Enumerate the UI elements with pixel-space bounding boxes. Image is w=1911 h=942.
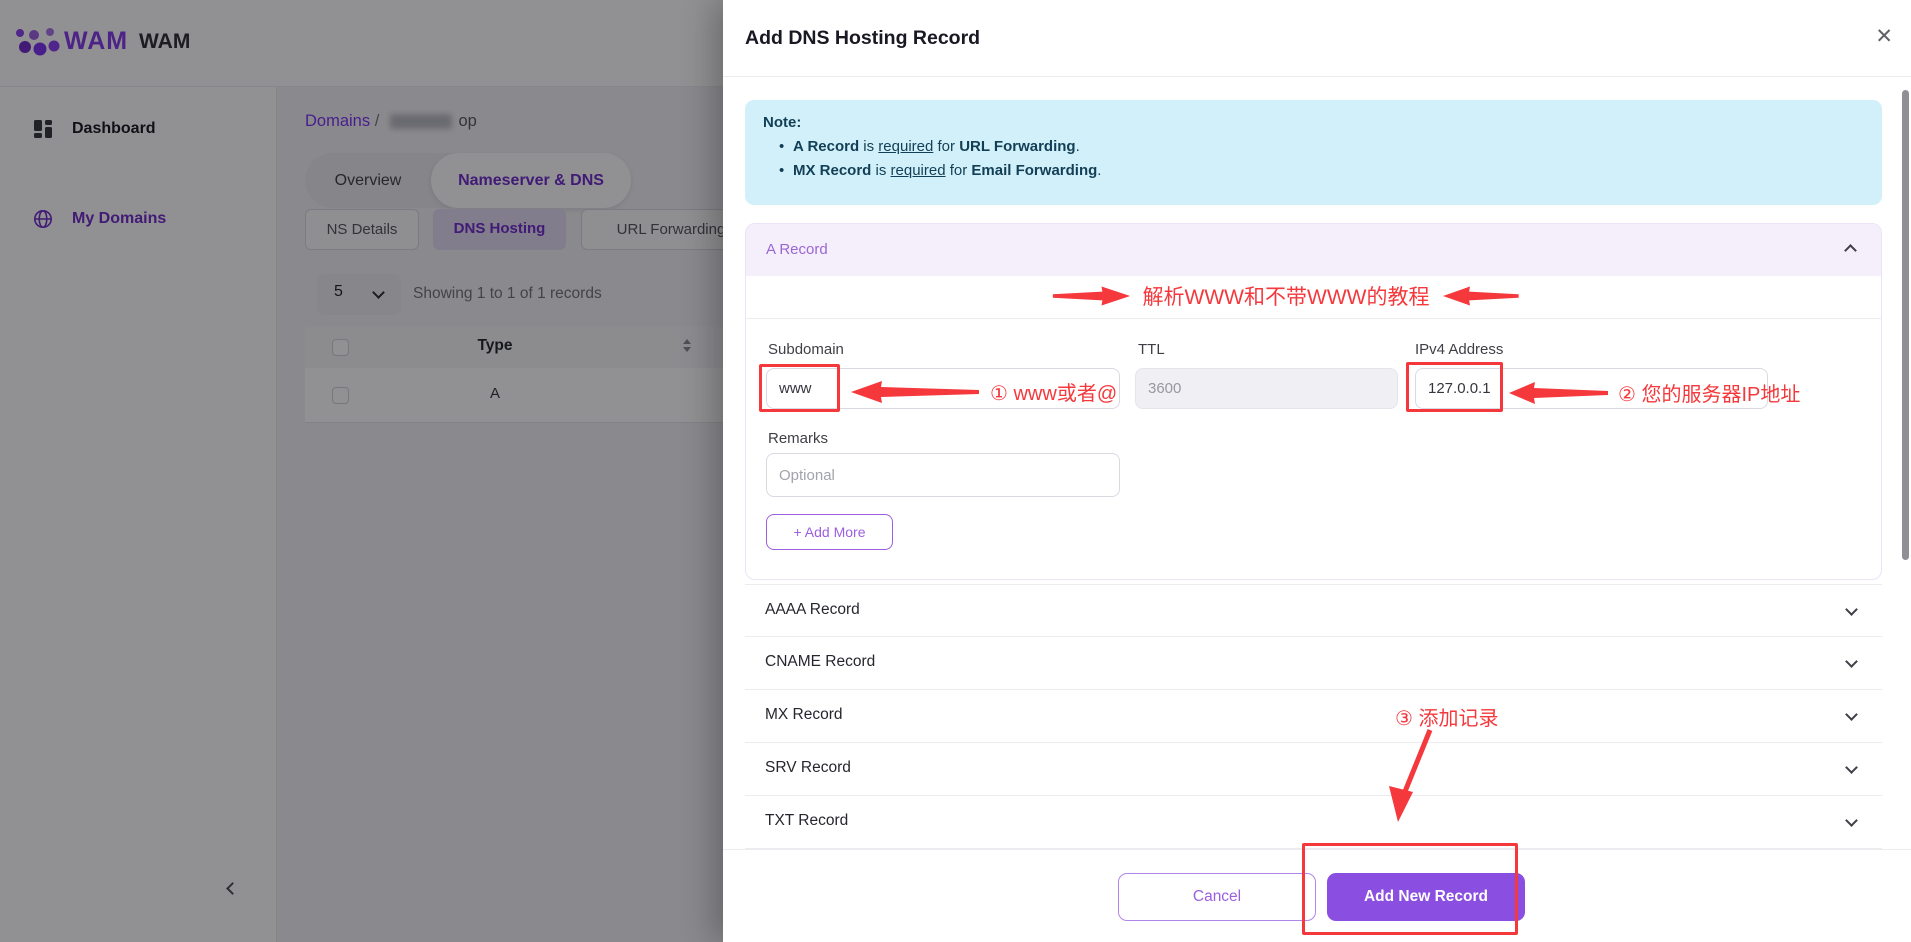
section-label: MX Record xyxy=(765,706,843,724)
modal-title: Add DNS Hosting Record xyxy=(745,27,980,50)
section-label: CNAME Record xyxy=(765,653,875,671)
note-bullet-a-record: • A Record is required for URL Forwardin… xyxy=(793,138,1864,155)
chevron-down-icon xyxy=(1845,603,1858,616)
modal-header: Add DNS Hosting Record ✕ xyxy=(723,0,1911,77)
add-new-record-button[interactable]: Add New Record xyxy=(1327,873,1525,921)
note-underline: required xyxy=(878,138,933,155)
note-text: . xyxy=(1097,162,1101,179)
section-cname-record[interactable]: CNAME Record xyxy=(745,637,1882,690)
section-label: SRV Record xyxy=(765,759,851,777)
a-record-accordion-header[interactable]: A Record xyxy=(746,224,1881,276)
note-bold: Email Forwarding xyxy=(971,162,1097,179)
section-aaaa-record[interactable]: AAAA Record xyxy=(745,584,1882,637)
panel-divider xyxy=(746,318,1881,319)
ttl-input[interactable] xyxy=(1135,368,1398,409)
note-text: for xyxy=(946,162,972,179)
remarks-label: Remarks xyxy=(768,430,828,447)
note-bold: URL Forwarding xyxy=(959,138,1075,155)
section-mx-record[interactable]: MX Record xyxy=(745,690,1882,743)
note-bold: MX Record xyxy=(793,162,871,179)
modal-scrollbar-thumb[interactable] xyxy=(1902,90,1909,560)
add-more-button[interactable]: + Add More xyxy=(766,514,893,550)
note-bold: A Record xyxy=(793,138,859,155)
note-underline: required xyxy=(891,162,946,179)
chevron-up-icon xyxy=(1844,244,1857,257)
chevron-down-icon xyxy=(1845,708,1858,721)
close-icon[interactable]: ✕ xyxy=(1875,24,1893,49)
add-dns-record-modal: Add DNS Hosting Record ✕ Note: • A Recor… xyxy=(723,0,1911,942)
chevron-down-icon xyxy=(1845,655,1858,668)
modal-footer: Cancel Add New Record xyxy=(723,849,1911,942)
ipv4-label: IPv4 Address xyxy=(1415,341,1503,358)
section-label: AAAA Record xyxy=(765,601,860,619)
ipv4-input[interactable] xyxy=(1415,368,1768,409)
subdomain-label: Subdomain xyxy=(768,341,844,358)
a-record-title: A Record xyxy=(766,241,828,258)
note-text: is xyxy=(871,162,890,179)
note-text: . xyxy=(1076,138,1080,155)
cancel-button[interactable]: Cancel xyxy=(1118,873,1316,921)
bullet-icon: • xyxy=(779,138,784,155)
remarks-input[interactable] xyxy=(766,453,1120,497)
section-srv-record[interactable]: SRV Record xyxy=(745,743,1882,796)
ttl-label: TTL xyxy=(1138,341,1165,358)
note-text: is xyxy=(859,138,878,155)
chevron-down-icon xyxy=(1845,761,1858,774)
section-txt-record[interactable]: TXT Record xyxy=(745,796,1882,849)
record-sections-list: AAAA Record CNAME Record MX Record SRV R… xyxy=(745,584,1882,849)
note-text: for xyxy=(933,138,959,155)
section-label: TXT Record xyxy=(765,812,848,830)
note-callout: Note: • A Record is required for URL For… xyxy=(745,100,1882,205)
note-heading: Note: xyxy=(763,114,1864,131)
chevron-down-icon xyxy=(1845,814,1858,827)
bullet-icon: • xyxy=(779,162,784,179)
note-bullet-mx-record: • MX Record is required for Email Forwar… xyxy=(793,162,1864,179)
subdomain-input[interactable] xyxy=(766,368,1120,409)
a-record-panel: A Record Subdomain TTL IPv4 Address Rema… xyxy=(745,223,1882,580)
